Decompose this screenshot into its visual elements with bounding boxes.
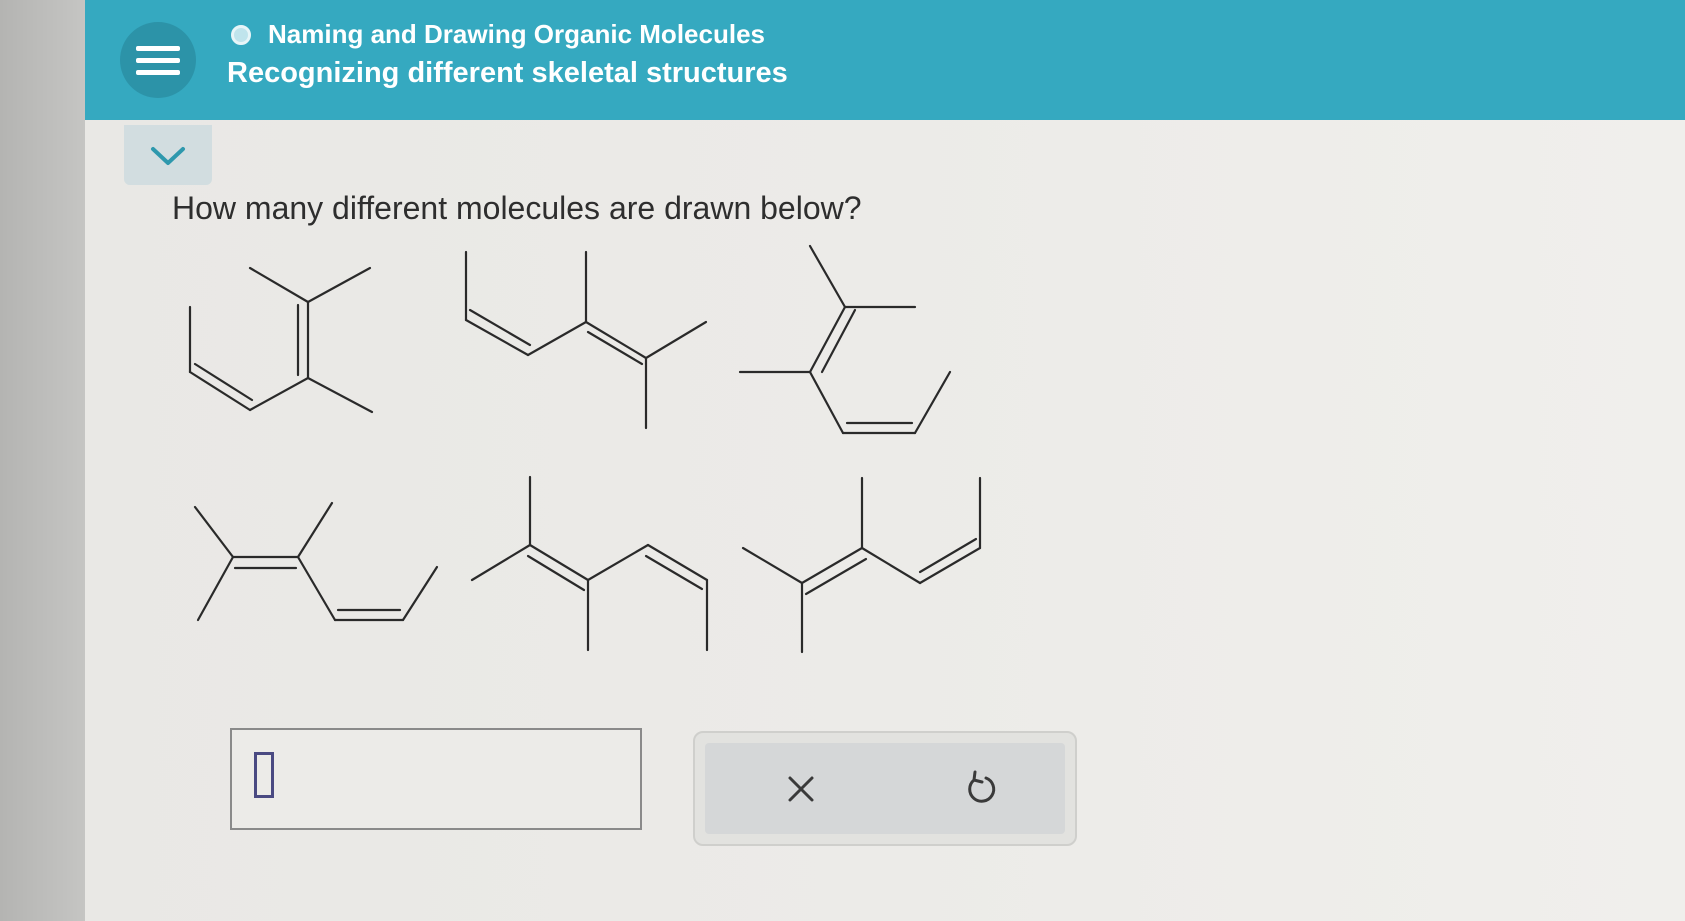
molecule-3 — [738, 244, 952, 435]
progress-circle-icon — [231, 25, 251, 45]
subject-title: Naming and Drawing Organic Molecules — [268, 19, 765, 49]
molecule-1 — [188, 266, 374, 414]
collapse-button[interactable] — [124, 125, 212, 185]
molecule-6 — [741, 476, 982, 654]
question-text: How many different molecules are drawn b… — [172, 190, 862, 226]
menu-icon — [136, 46, 180, 51]
molecule-5 — [470, 475, 709, 652]
action-panel — [693, 731, 1077, 846]
text-cursor — [254, 752, 274, 798]
menu-icon-bar — [136, 70, 180, 75]
molecule-2 — [464, 250, 708, 430]
molecule-4 — [193, 501, 439, 622]
answer-input[interactable] — [230, 728, 642, 830]
undo-icon — [968, 770, 996, 803]
molecule-drawings — [188, 244, 982, 654]
screen-bezel — [0, 0, 85, 921]
topic-title: Recognizing different skeletal structure… — [227, 57, 788, 89]
x-icon — [788, 776, 814, 802]
menu-icon-bar — [136, 58, 180, 63]
menu-button[interactable] — [120, 22, 196, 98]
chevron-down-icon — [151, 147, 185, 165]
action-buttons — [705, 743, 1065, 834]
clear-button[interactable] — [775, 763, 827, 815]
undo-button[interactable] — [955, 763, 1007, 815]
